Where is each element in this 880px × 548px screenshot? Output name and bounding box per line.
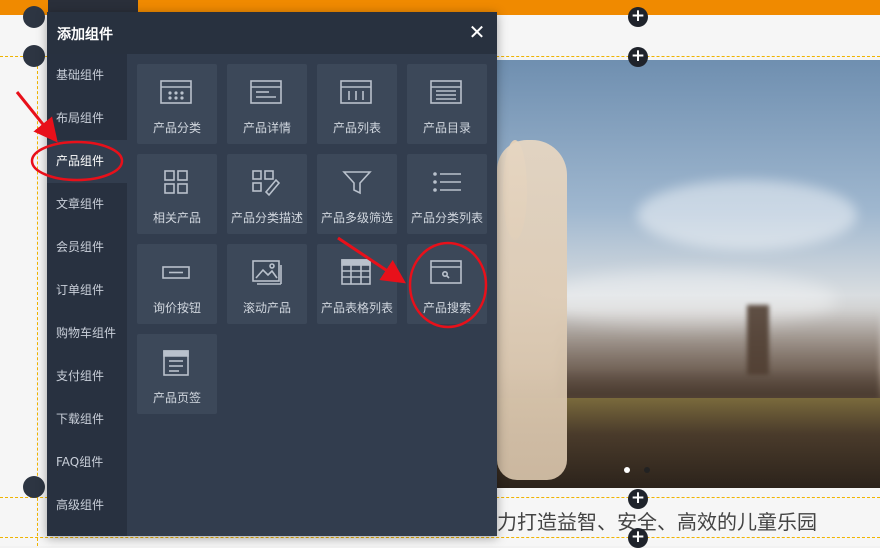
drag-handle[interactable] <box>23 6 45 28</box>
dialog-header: 添加组件 ✕ <box>47 12 497 54</box>
component-tile-table-list[interactable]: 产品表格列表 <box>317 244 397 324</box>
section-guide-line <box>37 56 38 546</box>
sidebar-item-cart[interactable]: 购物车组件 <box>47 312 127 355</box>
component-tile-scrolling-products[interactable]: 滚动产品 <box>227 244 307 324</box>
drag-handle[interactable] <box>23 476 45 498</box>
carousel-dot[interactable] <box>644 467 650 473</box>
component-tile-category-description[interactable]: 产品分类描述 <box>227 154 307 234</box>
component-label: 产品详情 <box>242 121 291 135</box>
sidebar-item-advanced[interactable]: 高级组件 <box>47 484 127 527</box>
component-tile-category-list[interactable]: 产品分类列表 <box>407 154 487 234</box>
hero-banner-image <box>497 60 880 488</box>
sidebar-item-layout[interactable]: 布局组件 <box>47 97 127 140</box>
sidebar-item-basic[interactable]: 基础组件 <box>47 54 127 97</box>
component-label: 产品表格列表 <box>320 301 393 315</box>
add-section-button[interactable]: + <box>628 528 648 548</box>
product-list-icon <box>340 80 372 104</box>
component-tile-multi-filter[interactable]: 产品多级筛选 <box>317 154 397 234</box>
component-label: 相关产品 <box>152 211 201 225</box>
sidebar-item-product[interactable]: 产品组件 <box>47 140 127 183</box>
component-tile-product-list[interactable]: 产品列表 <box>317 64 397 144</box>
component-tile-product-category[interactable]: 产品分类 <box>137 64 217 144</box>
sidebar-item-faq[interactable]: FAQ组件 <box>47 441 127 484</box>
sidebar-item-order[interactable]: 订单组件 <box>47 269 127 312</box>
component-tile-inquiry-button[interactable]: 询价按钮 <box>137 244 217 324</box>
component-label: 产品分类 <box>152 121 201 135</box>
component-tile-product-detail[interactable]: 产品详情 <box>227 64 307 144</box>
category-list-icon <box>433 172 461 192</box>
filter-icon <box>342 171 372 195</box>
table-list-icon <box>341 259 371 285</box>
component-label: 产品页签 <box>152 391 201 405</box>
component-label: 产品目录 <box>422 121 471 135</box>
component-category-sidebar: 基础组件 布局组件 产品组件 文章组件 会员组件 订单组件 购物车组件 支付组件… <box>47 54 127 536</box>
component-label: 滚动产品 <box>242 301 291 315</box>
product-tabs-icon <box>163 350 189 376</box>
drag-handle[interactable] <box>23 45 45 67</box>
component-tile-product-tabs[interactable]: 产品页签 <box>137 334 217 414</box>
close-icon[interactable]: ✕ <box>465 20 489 44</box>
component-tile-product-catalog[interactable]: 产品目录 <box>407 64 487 144</box>
component-label: 产品列表 <box>332 121 381 135</box>
sidebar-item-download[interactable]: 下载组件 <box>47 398 127 441</box>
component-label: 产品分类描述 <box>230 211 303 225</box>
add-section-button[interactable]: + <box>628 489 648 509</box>
dialog-title: 添加组件 <box>57 27 113 43</box>
section-guide-line <box>0 537 880 538</box>
add-section-button[interactable]: + <box>628 7 648 27</box>
product-category-icon <box>160 80 192 104</box>
component-tile-related-products[interactable]: 相关产品 <box>137 154 217 234</box>
inquiry-button-icon <box>162 266 190 279</box>
sidebar-item-payment[interactable]: 支付组件 <box>47 355 127 398</box>
sidebar-item-member[interactable]: 会员组件 <box>47 226 127 269</box>
related-products-icon <box>164 170 188 194</box>
component-tile-product-search[interactable]: 产品搜索 <box>407 244 487 324</box>
scrolling-products-icon <box>252 260 282 285</box>
component-label: 产品搜索 <box>422 301 471 315</box>
product-search-icon <box>430 260 462 284</box>
add-component-dialog: 添加组件 ✕ 基础组件 布局组件 产品组件 文章组件 会员组件 订单组件 购物车… <box>47 12 497 536</box>
product-detail-icon <box>250 80 282 104</box>
sidebar-item-article[interactable]: 文章组件 <box>47 183 127 226</box>
component-label: 产品分类列表 <box>410 211 483 225</box>
carousel-dot[interactable] <box>624 467 630 473</box>
section-tagline: 力打造益智、安全、高效的儿童乐园 <box>497 512 817 534</box>
category-description-icon <box>252 170 281 197</box>
add-section-button[interactable]: + <box>628 47 648 67</box>
product-catalog-icon <box>430 80 462 104</box>
component-label: 询价按钮 <box>152 301 201 315</box>
component-label: 产品多级筛选 <box>320 211 393 225</box>
